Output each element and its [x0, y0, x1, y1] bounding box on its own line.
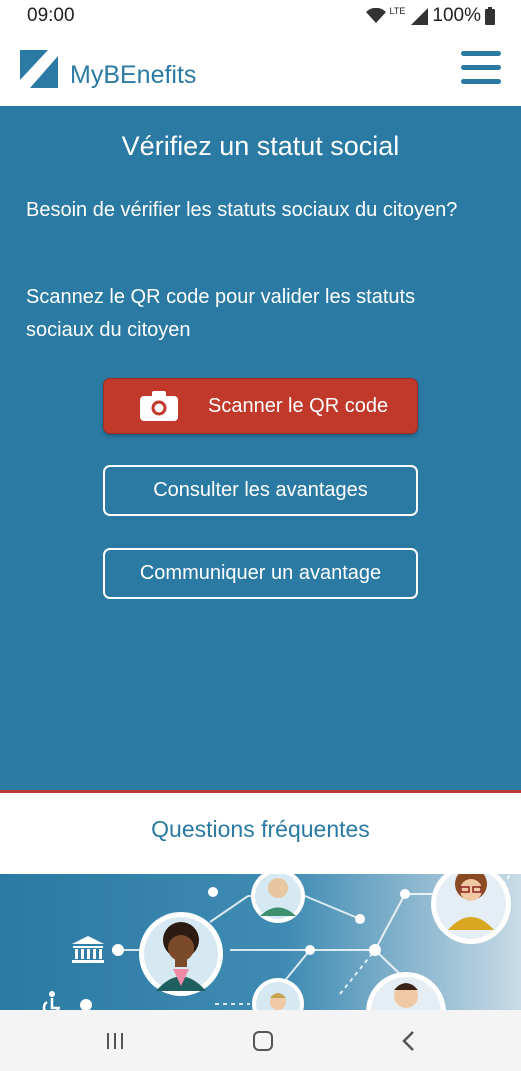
- page-title: Vérifiez un statut social: [121, 131, 400, 161]
- communicate-benefit-button[interactable]: Communiquer un avantage: [103, 548, 418, 599]
- back-icon[interactable]: [400, 1030, 416, 1052]
- wifi-icon: [365, 8, 386, 23]
- hamburger-menu-icon[interactable]: [461, 51, 501, 87]
- app-header: MyBEnefits: [0, 31, 521, 106]
- signal-icon: [411, 7, 429, 25]
- system-nav-bar: [0, 1010, 521, 1071]
- app-logo[interactable]: MyBEnefits: [20, 47, 196, 90]
- scan-qr-button[interactable]: Scanner le QR code: [103, 378, 418, 434]
- faq-section: Questions fréquentes: [0, 790, 521, 874]
- consult-benefits-label: Consulter les avantages: [153, 479, 368, 501]
- intro-text: Besoin de vérifier les statuts sociaux d…: [26, 199, 458, 221]
- instruction-text: Scannez le QR code pour valider les stat…: [26, 286, 416, 341]
- consult-benefits-button[interactable]: Consulter les avantages: [103, 465, 418, 516]
- battery-level: 100%: [432, 5, 481, 26]
- battery-icon: [485, 7, 495, 25]
- home-icon[interactable]: [253, 1031, 273, 1051]
- network-illustration: [0, 874, 521, 1010]
- logo-icon: [20, 49, 58, 88]
- status-time: 09:00: [27, 5, 75, 26]
- avatar-woman: [139, 912, 223, 996]
- status-bar: 09:00 LTE 100%: [0, 0, 521, 31]
- app-name: MyBEnefits: [70, 61, 197, 89]
- recent-apps-icon[interactable]: [107, 1033, 123, 1049]
- status-icons: LTE 100%: [365, 5, 495, 27]
- network-type: LTE: [389, 6, 406, 16]
- verify-section: Vérifiez un statut social Besoin de véri…: [0, 106, 521, 790]
- faq-link[interactable]: Questions fréquentes: [0, 816, 521, 843]
- scan-qr-label: Scanner le QR code: [208, 394, 389, 417]
- communicate-benefit-label: Communiquer un avantage: [139, 562, 382, 584]
- camera-icon: [140, 391, 178, 421]
